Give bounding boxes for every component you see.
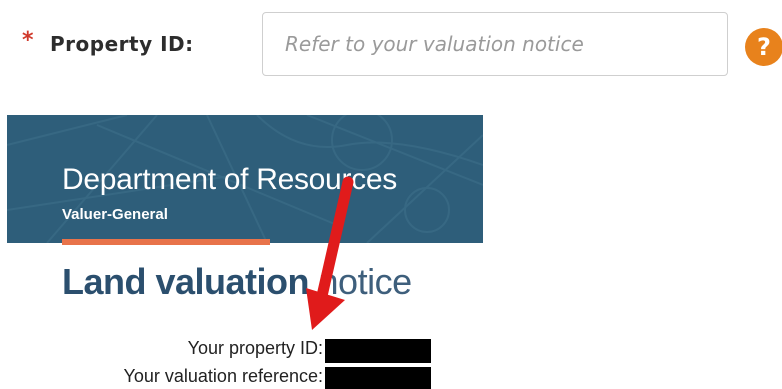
property-id-ref-label: Your property ID: <box>187 338 323 358</box>
redacted-property-id <box>325 339 431 363</box>
valuation-reference-row: Your valuation reference: <box>7 366 483 389</box>
valuation-notice-image: Department of Resources Valuer-General L… <box>7 115 483 389</box>
help-question-icon[interactable]: ? <box>745 28 782 66</box>
redacted-valuation-reference <box>325 367 431 389</box>
notice-title-bold: Land valuation <box>62 261 310 302</box>
department-subtitle: Valuer-General <box>62 206 168 223</box>
department-name: Department of Resources <box>62 163 397 196</box>
notice-title-light: notice <box>309 261 413 302</box>
property-id-input[interactable] <box>262 12 728 76</box>
property-id-label: Property ID: <box>50 32 194 56</box>
valuation-reference-label: Your valuation reference: <box>123 366 323 386</box>
notice-header-banner: Department of Resources Valuer-General <box>7 115 483 243</box>
property-id-field-row: * Property ID: ? <box>0 0 782 90</box>
property-id-row: Your property ID: <box>7 338 483 363</box>
notice-title: Land valuation notice <box>62 261 412 303</box>
accent-bar <box>62 239 270 245</box>
required-indicator: * <box>22 28 34 53</box>
